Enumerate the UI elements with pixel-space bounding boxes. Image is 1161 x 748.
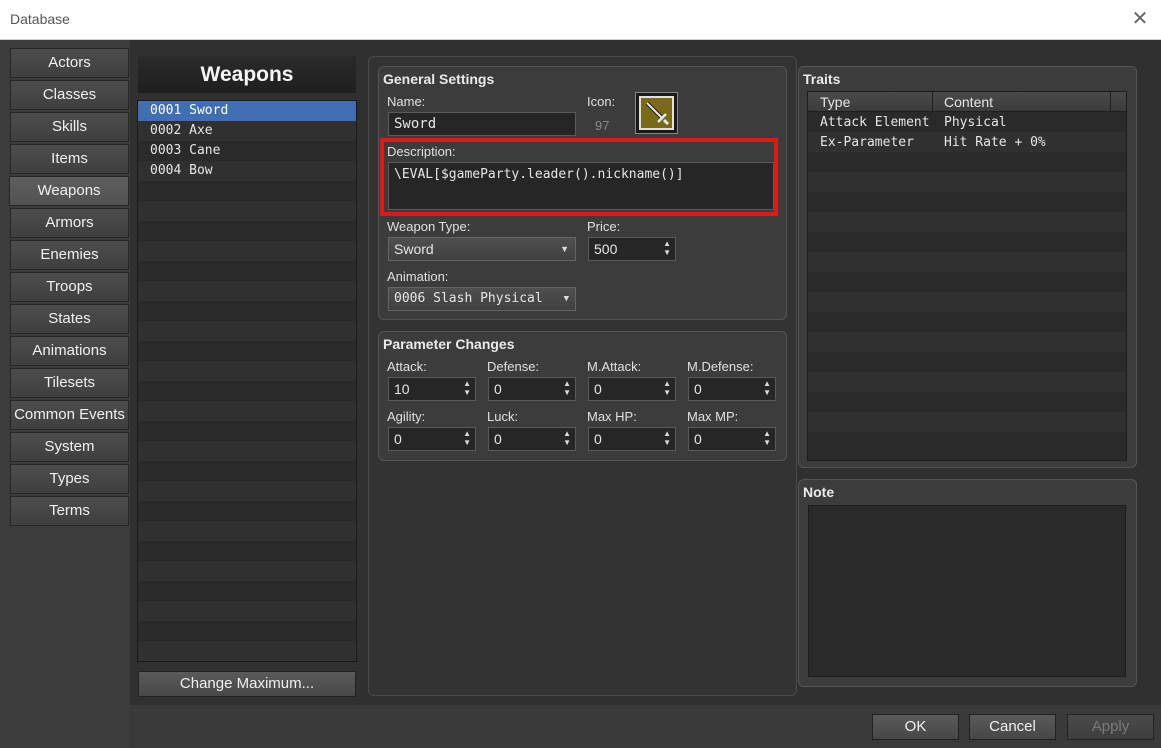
- traits-header: Type Content: [808, 92, 1126, 112]
- spin-arrows-icon[interactable]: ▲ ▼: [563, 379, 571, 397]
- agility-label: Agility:: [387, 409, 426, 424]
- trait-type: Attack Element: [820, 115, 930, 130]
- list-item[interactable]: 0003 Cane: [138, 141, 356, 161]
- description-field[interactable]: \EVAL[$gameParty.leader().nickname()]: [388, 162, 774, 210]
- cancel-button[interactable]: Cancel: [969, 714, 1056, 740]
- name-field[interactable]: Sword: [388, 112, 576, 136]
- nav-classes[interactable]: Classes: [10, 80, 129, 110]
- agility-stepper[interactable]: 0 ▲ ▼: [388, 427, 476, 451]
- note-field[interactable]: [808, 505, 1126, 677]
- animation-label: Animation:: [387, 269, 449, 284]
- trait-content: Physical: [944, 115, 1007, 130]
- table-row[interactable]: Attack Element Physical: [808, 112, 1126, 132]
- description-label: Description:: [387, 144, 456, 159]
- mattack-value: 0: [594, 381, 602, 397]
- weapon-type-label: Weapon Type:: [387, 219, 471, 234]
- nav-enemies[interactable]: Enemies: [10, 240, 129, 270]
- maxmp-stepper[interactable]: 0 ▲ ▼: [688, 427, 776, 451]
- window-title: Database: [10, 11, 70, 27]
- database-nav: Actors Classes Skills Items Weapons Armo…: [0, 40, 130, 748]
- spin-arrows-icon[interactable]: ▲ ▼: [463, 379, 471, 397]
- nav-terms[interactable]: Terms: [10, 496, 129, 526]
- price-value: 500: [594, 241, 618, 257]
- animation-value: 0006 Slash Physical: [394, 291, 543, 306]
- apply-button[interactable]: Apply: [1067, 714, 1154, 740]
- agility-value: 0: [394, 431, 402, 447]
- spin-arrows-icon[interactable]: ▲ ▼: [463, 429, 471, 447]
- chevron-down-icon: ▼: [560, 244, 569, 254]
- traits-col-content[interactable]: Content: [944, 94, 993, 110]
- spin-arrows-icon[interactable]: ▲ ▼: [763, 379, 771, 397]
- list-item[interactable]: 0004 Bow: [138, 161, 356, 181]
- spin-arrows-icon[interactable]: ▲ ▼: [563, 429, 571, 447]
- spin-arrows-icon[interactable]: ▲ ▼: [663, 239, 671, 257]
- nav-armors[interactable]: Armors: [10, 208, 129, 238]
- maxmp-label: Max MP:: [687, 409, 739, 424]
- defense-stepper[interactable]: 0 ▲ ▼: [488, 377, 576, 401]
- maxhp-label: Max HP:: [587, 409, 637, 424]
- attack-label: Attack:: [387, 359, 427, 374]
- table-row[interactable]: Ex-Parameter Hit Rate + 0%: [808, 132, 1126, 152]
- list-item[interactable]: 0001 Sword: [138, 101, 356, 121]
- sword-icon: [639, 96, 674, 130]
- parameter-changes-title: Parameter Changes: [383, 336, 515, 352]
- nav-items[interactable]: Items: [10, 144, 129, 174]
- weapon-list[interactable]: 0001 Sword 0002 Axe 0003 Cane 0004 Bow: [137, 100, 357, 662]
- mdefense-label: M.Defense:: [687, 359, 754, 374]
- chevron-down-icon: ▼: [563, 294, 569, 304]
- price-stepper[interactable]: 500 ▲ ▼: [588, 237, 676, 261]
- weapon-type-value: Sword: [394, 241, 434, 257]
- nav-common-events[interactable]: Common Events: [10, 400, 129, 430]
- traits-table[interactable]: Type Content Attack Element Physical Ex-…: [807, 91, 1127, 461]
- general-settings-title: General Settings: [383, 71, 495, 87]
- icon-index: 97: [595, 118, 610, 133]
- maxmp-value: 0: [694, 431, 702, 447]
- trait-content: Hit Rate + 0%: [944, 135, 1046, 150]
- trait-type: Ex-Parameter: [820, 135, 914, 150]
- name-label: Name:: [387, 94, 426, 109]
- mattack-stepper[interactable]: 0 ▲ ▼: [588, 377, 676, 401]
- luck-label: Luck:: [487, 409, 519, 424]
- nav-actors[interactable]: Actors: [10, 48, 129, 78]
- weapon-type-select[interactable]: Sword ▼: [388, 237, 576, 261]
- traits-col-type[interactable]: Type: [820, 94, 850, 110]
- spin-arrows-icon[interactable]: ▲ ▼: [663, 379, 671, 397]
- list-header: Weapons: [138, 56, 356, 93]
- mdefense-value: 0: [694, 381, 702, 397]
- close-icon[interactable]: ✕: [1129, 8, 1151, 30]
- icon-picker[interactable]: [635, 92, 678, 134]
- animation-select[interactable]: 0006 Slash Physical ▼: [388, 287, 576, 311]
- maxhp-stepper[interactable]: 0 ▲ ▼: [588, 427, 676, 451]
- nav-tilesets[interactable]: Tilesets: [10, 368, 129, 398]
- list-item[interactable]: 0002 Axe: [138, 121, 356, 141]
- nav-weapons[interactable]: Weapons: [9, 176, 129, 206]
- icon-label: Icon:: [587, 94, 616, 109]
- nav-states[interactable]: States: [10, 304, 129, 334]
- spin-arrows-icon[interactable]: ▲ ▼: [763, 429, 771, 447]
- defense-value: 0: [494, 381, 502, 397]
- note-title: Note: [803, 484, 835, 500]
- maxhp-value: 0: [594, 431, 602, 447]
- price-label: Price:: [587, 219, 621, 234]
- nav-animations[interactable]: Animations: [10, 336, 129, 366]
- attack-stepper[interactable]: 10 ▲ ▼: [388, 377, 476, 401]
- luck-value: 0: [494, 431, 502, 447]
- nav-types[interactable]: Types: [10, 464, 129, 494]
- mdefense-stepper[interactable]: 0 ▲ ▼: [688, 377, 776, 401]
- window-titlebar: Database ✕: [0, 0, 1161, 40]
- ok-button[interactable]: OK: [872, 714, 959, 740]
- traits-title: Traits: [803, 71, 841, 87]
- nav-skills[interactable]: Skills: [10, 112, 129, 142]
- spin-arrows-icon[interactable]: ▲ ▼: [663, 429, 671, 447]
- defense-label: Defense:: [487, 359, 540, 374]
- attack-value: 10: [394, 381, 410, 397]
- change-maximum-button[interactable]: Change Maximum...: [138, 671, 356, 697]
- nav-troops[interactable]: Troops: [10, 272, 129, 302]
- nav-system[interactable]: System: [10, 432, 129, 462]
- mattack-label: M.Attack:: [587, 359, 642, 374]
- luck-stepper[interactable]: 0 ▲ ▼: [488, 427, 576, 451]
